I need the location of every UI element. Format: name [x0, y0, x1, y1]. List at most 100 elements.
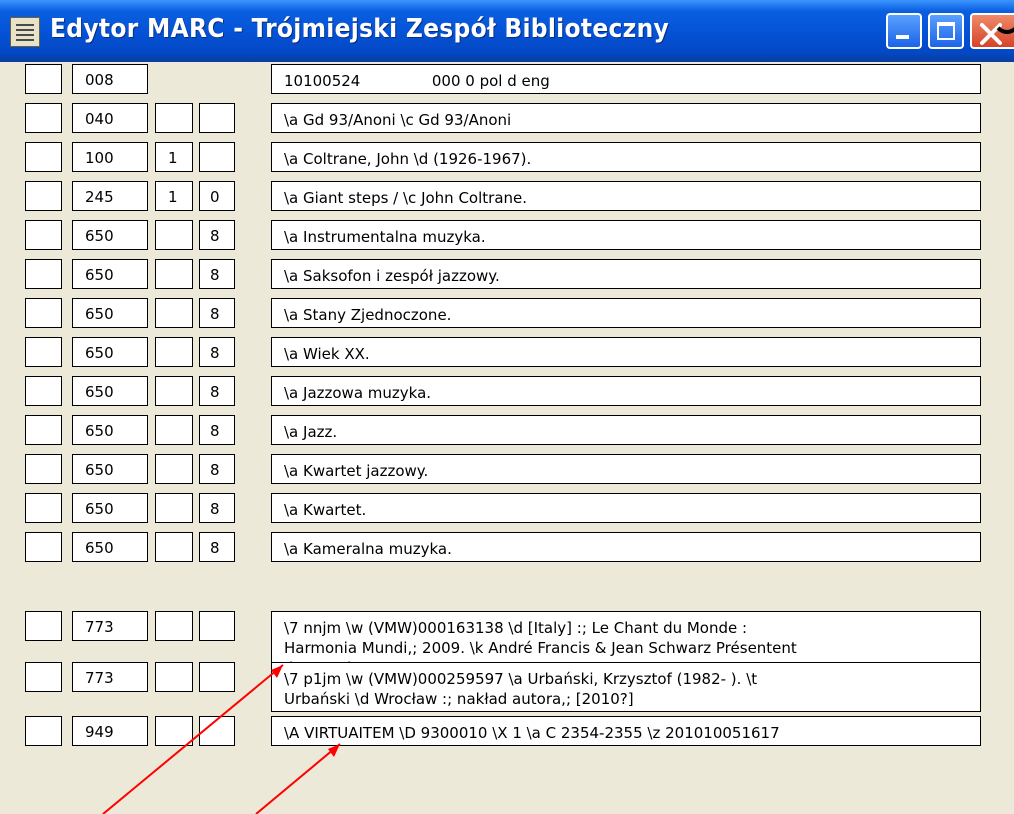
- field-content-line: Harmonia Mundi,; 2009. \k André Francis …: [284, 639, 797, 657]
- indicator2-field[interactable]: [199, 716, 235, 746]
- indicator2-field[interactable]: 8: [199, 220, 235, 250]
- indicator2-field[interactable]: [199, 142, 235, 172]
- field-content-line: \7 p1jm \w (VMW)000259597 \a Urbański, K…: [284, 670, 758, 688]
- field-content[interactable]: \a Gd 93/Anoni \c Gd 93/Anoni: [271, 103, 981, 133]
- indicator1-field[interactable]: [155, 611, 193, 641]
- indicator1-field[interactable]: 1: [155, 181, 193, 211]
- row-select-box[interactable]: [25, 181, 62, 211]
- tag-field[interactable]: 773: [72, 662, 148, 692]
- app-icon: [10, 17, 40, 47]
- field-content[interactable]: \a Wiek XX.: [271, 337, 981, 367]
- tag-field[interactable]: 650: [72, 376, 148, 406]
- indicator2-field[interactable]: 8: [199, 298, 235, 328]
- field-content-line: \a Jazzowa muzyka.: [284, 384, 432, 402]
- maximize-button[interactable]: [928, 13, 964, 49]
- tag-field[interactable]: 245: [72, 181, 148, 211]
- field-content-line: 10100524 000 0 pol d eng: [284, 72, 550, 90]
- row-select-box[interactable]: [25, 337, 62, 367]
- row-select-box[interactable]: [25, 376, 62, 406]
- field-content-line: \a Giant steps / \c John Coltrane.: [284, 189, 528, 207]
- tag-field[interactable]: 650: [72, 259, 148, 289]
- field-content[interactable]: \a Kwartet.: [271, 493, 981, 523]
- field-content-line: \7 nnjm \w (VMW)000163138 \d [Italy] :; …: [284, 619, 748, 637]
- field-content-line: \a Kwartet jazzowy.: [284, 462, 429, 480]
- tag-field[interactable]: 650: [72, 415, 148, 445]
- indicator1-field[interactable]: [155, 103, 193, 133]
- tag-field[interactable]: 650: [72, 298, 148, 328]
- indicator1-field[interactable]: [155, 298, 193, 328]
- indicator2-field[interactable]: [199, 611, 235, 641]
- row-select-box[interactable]: [25, 142, 62, 172]
- tag-field[interactable]: 100: [72, 142, 148, 172]
- indicator1-field[interactable]: [155, 337, 193, 367]
- minimize-button[interactable]: [886, 13, 922, 49]
- indicator1-field[interactable]: [155, 493, 193, 523]
- tag-field[interactable]: 773: [72, 611, 148, 641]
- marc-editor-window: Edytor MARC - Trójmiejski Zespół Bibliot…: [0, 0, 1014, 814]
- indicator1-field[interactable]: [155, 716, 193, 746]
- field-content[interactable]: \a Saksofon i zespół jazzowy.: [271, 259, 981, 289]
- tag-field[interactable]: 650: [72, 454, 148, 484]
- row-select-box[interactable]: [25, 298, 62, 328]
- field-content-line: \a Stany Zjednoczone.: [284, 306, 452, 324]
- row-select-box[interactable]: [25, 454, 62, 484]
- indicator2-field[interactable]: 8: [199, 337, 235, 367]
- indicator2-field[interactable]: 8: [199, 493, 235, 523]
- field-content[interactable]: \a Coltrane, John \d (1926-1967).: [271, 142, 981, 172]
- indicator1-field[interactable]: [155, 376, 193, 406]
- field-content[interactable]: 10100524 000 0 pol d eng: [271, 64, 981, 94]
- title-bar[interactable]: Edytor MARC - Trójmiejski Zespół Bibliot…: [0, 0, 1014, 62]
- row-select-box[interactable]: [25, 64, 62, 94]
- row-select-box[interactable]: [25, 716, 62, 746]
- row-select-box[interactable]: [25, 611, 62, 641]
- field-content-line: \a Saksofon i zespół jazzowy.: [284, 267, 500, 285]
- indicator2-field[interactable]: 8: [199, 532, 235, 562]
- window-title: Edytor MARC - Trójmiejski Zespół Bibliot…: [50, 14, 670, 44]
- indicator2-field[interactable]: 8: [199, 259, 235, 289]
- row-select-box[interactable]: [25, 493, 62, 523]
- indicator2-field[interactable]: [199, 103, 235, 133]
- row-select-box[interactable]: [25, 259, 62, 289]
- tag-field[interactable]: 650: [72, 337, 148, 367]
- indicator1-field[interactable]: [155, 415, 193, 445]
- field-content[interactable]: \7 p1jm \w (VMW)000259597 \a Urbański, K…: [271, 662, 981, 712]
- field-content-line: Urbański \d Wrocław :; nakład autora,; […: [284, 690, 634, 708]
- tag-field[interactable]: 650: [72, 220, 148, 250]
- indicator2-field[interactable]: 8: [199, 415, 235, 445]
- indicator1-field[interactable]: 1: [155, 142, 193, 172]
- tag-field[interactable]: 949: [72, 716, 148, 746]
- minimize-icon: [896, 35, 909, 39]
- tag-field[interactable]: 650: [72, 493, 148, 523]
- row-select-box[interactable]: [25, 532, 62, 562]
- row-select-box[interactable]: [25, 662, 62, 692]
- indicator2-field[interactable]: 0: [199, 181, 235, 211]
- indicator2-field[interactable]: 8: [199, 376, 235, 406]
- field-content[interactable]: \a Kameralna muzyka.: [271, 532, 981, 562]
- field-content-line: \a Jazz.: [284, 423, 338, 441]
- indicator1-field[interactable]: [155, 454, 193, 484]
- field-content[interactable]: \a Jazz.: [271, 415, 981, 445]
- field-content[interactable]: \a Instrumentalna muzyka.: [271, 220, 981, 250]
- row-select-box[interactable]: [25, 220, 62, 250]
- field-content[interactable]: \a Stany Zjednoczone.: [271, 298, 981, 328]
- indicator1-field[interactable]: [155, 662, 193, 692]
- tag-field[interactable]: 008: [72, 64, 148, 94]
- tag-field[interactable]: 650: [72, 532, 148, 562]
- indicator1-field[interactable]: [155, 259, 193, 289]
- indicator2-field[interactable]: 8: [199, 454, 235, 484]
- indicator1-field[interactable]: [155, 220, 193, 250]
- marc-fields-area: 008 10100524 000 0 pol d eng 040 \a Gd 93/A…: [0, 62, 1014, 814]
- field-content-line: \a Wiek XX.: [284, 345, 370, 363]
- indicator1-field[interactable]: [155, 532, 193, 562]
- indicator2-field[interactable]: [199, 662, 235, 692]
- row-select-box[interactable]: [25, 103, 62, 133]
- row-select-box[interactable]: [25, 415, 62, 445]
- field-content-line: \a Gd 93/Anoni \c Gd 93/Anoni: [284, 111, 512, 129]
- tag-field[interactable]: 040: [72, 103, 148, 133]
- field-content[interactable]: \a Kwartet jazzowy.: [271, 454, 981, 484]
- field-content-line: \A VIRTUAITEM \D 9300010 \X 1 \a C 2354-…: [284, 724, 780, 742]
- field-content[interactable]: \A VIRTUAITEM \D 9300010 \X 1 \a C 2354-…: [271, 716, 981, 746]
- field-content-line: \a Kameralna muzyka.: [284, 540, 452, 558]
- field-content[interactable]: \a Jazzowa muzyka.: [271, 376, 981, 406]
- field-content[interactable]: \a Giant steps / \c John Coltrane.: [271, 181, 981, 211]
